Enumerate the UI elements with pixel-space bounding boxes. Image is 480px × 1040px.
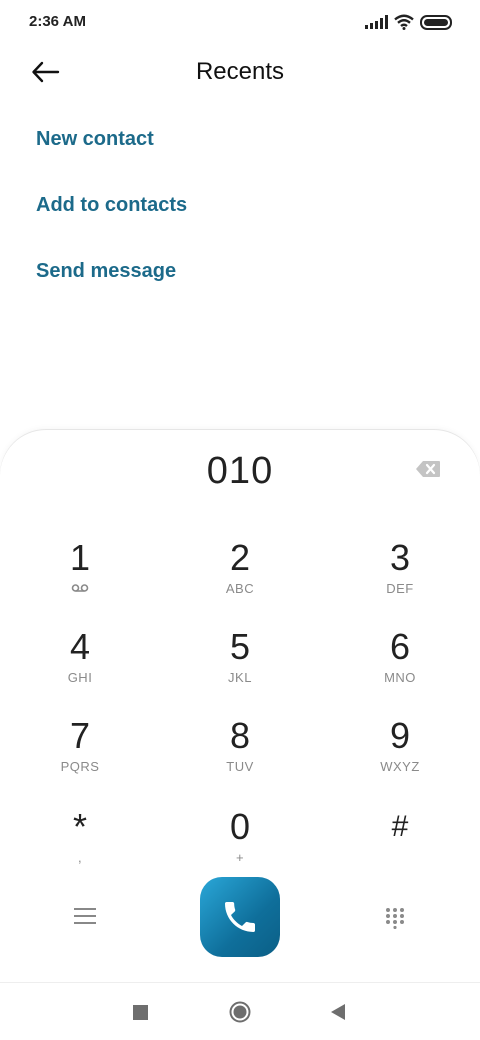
key-letters: DEF [386, 581, 414, 596]
navigation-bar [0, 982, 480, 1040]
backspace-icon [416, 461, 440, 477]
new-contact-link[interactable]: New contact [36, 128, 154, 151]
key-letters: , [77, 850, 83, 865]
dialed-number: 010 [206, 450, 274, 492]
key-8[interactable]: 8 TUV [180, 716, 300, 796]
key-digit: 5 [229, 626, 251, 667]
key-2[interactable]: 2 ABC [180, 538, 300, 618]
key-digit: 4 [69, 626, 91, 667]
menu-icon[interactable] [74, 908, 96, 928]
wifi-icon [394, 14, 414, 30]
key-letters: PQRS [60, 759, 100, 774]
key-digit: 1 [69, 537, 91, 578]
key-digit: * [72, 806, 87, 847]
key-6[interactable]: 6 MNO [340, 627, 460, 707]
key-digit: 6 [389, 626, 411, 667]
key-letters: ABC [225, 581, 255, 596]
key-9[interactable]: 9 WXYZ [340, 716, 460, 796]
send-message-link[interactable]: Send message [36, 260, 176, 283]
key-digit: 3 [389, 537, 411, 578]
key-digit: # [391, 810, 409, 843]
status-icons [365, 12, 452, 32]
key-hash[interactable]: # [340, 807, 460, 887]
add-to-contacts-link[interactable]: Add to contacts [36, 194, 187, 217]
phone-icon [225, 902, 255, 932]
page-title: Recents [195, 58, 285, 85]
call-button[interactable] [200, 877, 280, 957]
key-7[interactable]: 7 PQRS [20, 716, 140, 796]
key-letters: WXYZ [380, 759, 420, 774]
key-5[interactable]: 5 JKL [180, 627, 300, 707]
key-letters: JKL [228, 670, 252, 685]
key-3[interactable]: 3 DEF [340, 538, 460, 618]
key-letters: TUV [226, 759, 254, 774]
key-digit: 0 [229, 806, 251, 847]
dialer-screen: 2:36 AM Recents New contact Add to conta… [0, 0, 480, 1040]
voicemail-icon [20, 580, 140, 598]
key-4[interactable]: 4 GHI [20, 627, 140, 707]
dialer-panel: 010 1 2 ABC 3 DEF 4 GHI 5 JKL 6 MNO 7 PQ… [0, 430, 480, 1040]
status-time: 2:36 AM [29, 13, 86, 30]
key-letters: + [235, 850, 245, 865]
recents-square-icon[interactable] [133, 1005, 148, 1020]
battery-icon [420, 14, 452, 30]
key-digit: 9 [389, 715, 411, 756]
key-1[interactable]: 1 [20, 538, 140, 618]
back-triangle-icon[interactable] [330, 1003, 346, 1021]
key-digit: 8 [229, 715, 251, 756]
dialpad-icon[interactable] [384, 907, 406, 930]
key-0[interactable]: 0 + [180, 807, 300, 887]
status-bar: 2:36 AM [0, 0, 480, 44]
delete-button[interactable] [415, 460, 441, 478]
home-circle-icon[interactable] [229, 1001, 251, 1023]
key-letters: MNO [384, 670, 416, 685]
key-digit: 7 [69, 715, 91, 756]
key-letters: GHI [67, 670, 93, 685]
key-digit: 2 [229, 537, 251, 578]
signal-icon [365, 15, 388, 29]
key-star[interactable]: * , [20, 807, 140, 887]
